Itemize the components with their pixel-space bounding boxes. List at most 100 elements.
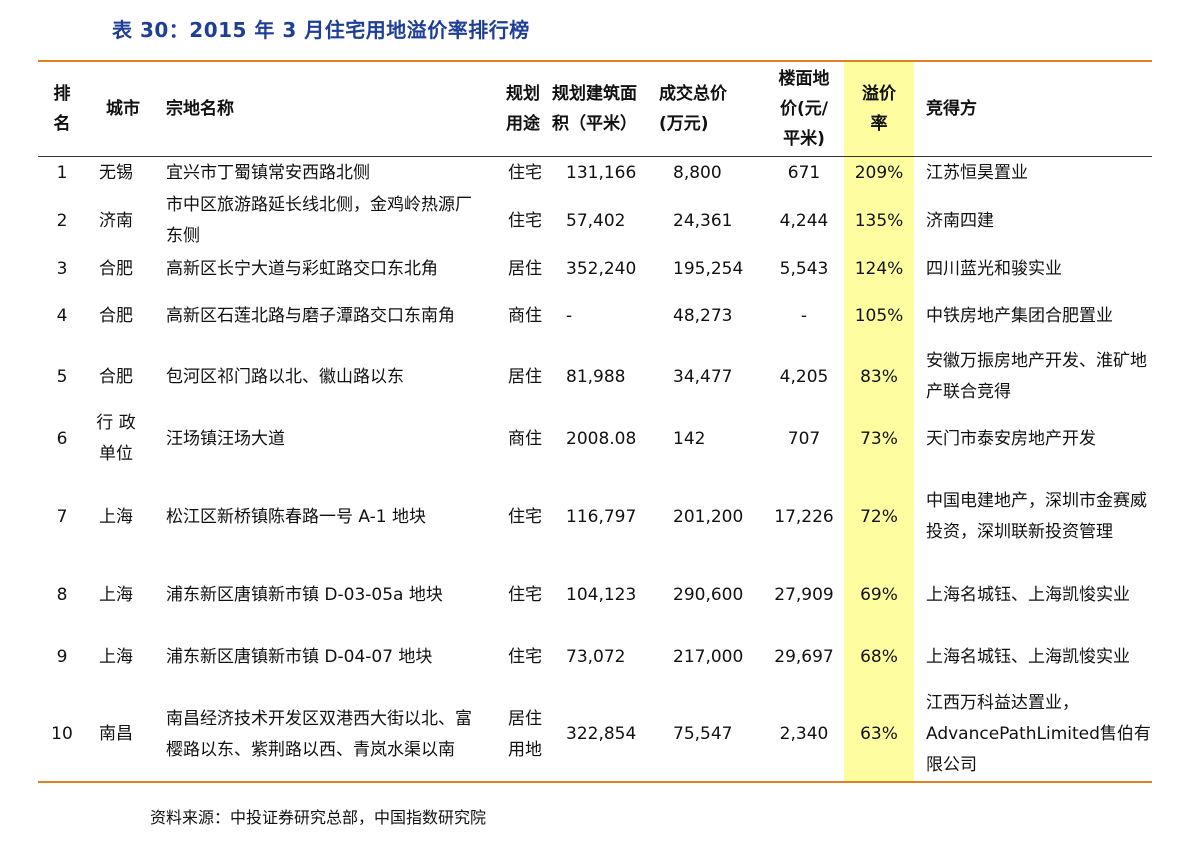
table-row: 8 上海 浦东新区唐镇新市镇 D-03-05a 地块 住宅 104,123 290,600… <box>38 564 1152 626</box>
row-use: 居住 <box>508 366 542 387</box>
row-floor-price: 4,205 <box>779 366 829 387</box>
row-bidder: 中国电建地产，深圳市金赛威投资，深圳联新投资管理 <box>926 491 1147 542</box>
row-premium: 124% <box>844 252 914 286</box>
row-city: 合肥 <box>99 305 133 326</box>
header-premium: 溢价 率 <box>844 61 914 157</box>
row-floor-price: 707 <box>787 428 821 449</box>
row-land-name: 汪场镇汪场大道 <box>166 428 285 449</box>
row-land-name: 浦东新区唐镇新市镇 D-04-07 地块 <box>166 646 433 667</box>
row-use: 住宅 <box>508 162 542 183</box>
row-premium: 83% <box>844 346 914 408</box>
row-bidder: 安徽万振房地产开发、淮矿地产联合竞得 <box>926 351 1147 402</box>
row-area: 81,988 <box>566 366 626 387</box>
row-use: 商住 <box>508 428 542 449</box>
row-price: 8,800 <box>673 162 722 183</box>
row-premium: 72% <box>844 470 914 564</box>
row-bidder: 济南四建 <box>926 210 994 231</box>
row-bidder: 江西万科益达置业，AdvancePathLimited售伯有限公司 <box>914 688 1152 783</box>
row-use: 住宅 <box>508 584 542 605</box>
row-area: 116,797 <box>566 506 637 527</box>
row-premium: 69% <box>844 564 914 626</box>
row-land-name: 南昌经济技术开发区双港西大街以北、富樱路以东、紫荆路以西、青岚水渠以南 <box>146 688 488 783</box>
row-land-name: 浦东新区唐镇新市镇 D-03-05a 地块 <box>166 584 443 605</box>
row-floor-price: 27,909 <box>774 584 834 605</box>
row-floor-price: - <box>800 305 808 326</box>
row-land-name: 市中区旅游路延长线北侧，金鸡岭热源厂东侧 <box>166 195 472 246</box>
header-row: 排 名 城市 宗地名称 规划 用途 规划建筑面 积（平米） 成交总价 (万元) … <box>38 61 1152 157</box>
table-row: 6 行 政 单位 汪场镇汪场大道 商住 2008.08 142 707 73% 天门市泰安房地产… <box>38 408 1152 470</box>
row-price: 34,477 <box>673 366 733 387</box>
row-city: 行 政 单位 <box>96 413 136 464</box>
table-row: 9 上海 浦东新区唐镇新市镇 D-04-07 地块 住宅 73,072 217,000 29… <box>38 626 1152 688</box>
row-use: 居住 用地 <box>488 688 546 783</box>
table-row: 5 合肥 包河区祁门路以北、徽山路以东 居住 81,988 34,477 4,205 83% 安… <box>38 346 1152 408</box>
row-land-name: 高新区石莲北路与磨子潭路交口东南角 <box>166 305 455 326</box>
row-use: 住宅 <box>508 646 542 667</box>
row-city: 无锡 <box>99 162 133 183</box>
table-title: 表 30：2015 年 3 月住宅用地溢价率排行榜 <box>112 18 530 42</box>
row-rank: 7 <box>56 506 68 527</box>
table-row: 4 合肥 高新区石莲北路与磨子潭路交口东南角 商住 - 48,273 - 105% 中铁房地产集… <box>38 286 1152 346</box>
row-city: 合肥 <box>99 366 133 387</box>
header-rank: 排 名 <box>38 61 86 157</box>
header-use: 规划 用途 <box>488 61 546 157</box>
row-city: 上海 <box>99 584 133 605</box>
header-bidder: 竞得方 <box>914 61 1152 157</box>
row-area: - <box>566 305 573 326</box>
row-floor-price: 5,543 <box>779 258 829 279</box>
row-rank: 9 <box>56 646 68 667</box>
row-use: 商住 <box>508 305 542 326</box>
row-land-name: 高新区长宁大道与彩虹路交口东北角 <box>166 258 438 279</box>
row-rank: 6 <box>56 428 68 449</box>
row-premium: 63% <box>844 688 914 783</box>
row-rank: 10 <box>38 688 86 783</box>
table-row: 3 合肥 高新区长宁大道与彩虹路交口东北角 居住 352,240 195,254 5,543… <box>38 252 1152 286</box>
row-area: 104,123 <box>566 584 637 605</box>
land-premium-table: 排 名 城市 宗地名称 规划 用途 规划建筑面 积（平米） 成交总价 (万元) … <box>38 60 1152 783</box>
table-row: 10 南昌 南昌经济技术开发区双港西大街以北、富樱路以东、紫荆路以西、青岚水渠以南居… <box>38 688 1152 783</box>
row-city: 南昌 <box>86 688 146 783</box>
row-city: 上海 <box>99 646 133 667</box>
row-bidder: 江苏恒昊置业 <box>926 162 1028 183</box>
source-note: 资料来源：中投证券研究总部，中国指数研究院 <box>150 808 487 827</box>
header-name: 宗地名称 <box>146 61 488 157</box>
row-price: 24,361 <box>673 210 733 231</box>
table-row: 7 上海 松江区新桥镇陈春路一号 A-1 地块 住宅 116,797 201,200 17,… <box>38 470 1152 564</box>
row-premium: 73% <box>844 408 914 470</box>
row-city: 济南 <box>99 210 133 231</box>
row-city: 合肥 <box>99 258 133 279</box>
row-rank: 1 <box>56 162 68 183</box>
row-floor-price: 29,697 <box>774 646 834 667</box>
row-rank: 2 <box>56 210 68 231</box>
row-bidder: 天门市泰安房地产开发 <box>926 428 1096 449</box>
row-use: 住宅 <box>508 210 542 231</box>
row-bidder: 中铁房地产集团合肥置业 <box>926 305 1113 326</box>
table-row: 1 无锡 宜兴市丁蜀镇常安西路北侧 住宅 131,166 8,800 671 209% 江苏恒昊… <box>38 156 1152 190</box>
row-area: 131,166 <box>566 162 637 183</box>
row-premium: 135% <box>844 190 914 252</box>
header-city: 城市 <box>86 61 146 157</box>
row-premium: 209% <box>844 156 914 190</box>
row-rank: 4 <box>56 305 68 326</box>
row-premium: 68% <box>844 626 914 688</box>
row-area: 352,240 <box>566 258 637 279</box>
row-bidder: 上海名城钰、上海凯悛实业 <box>926 584 1130 605</box>
header-price: 成交总价 (万元) <box>659 61 764 157</box>
row-floor-price: 671 <box>787 162 821 183</box>
row-land-name: 包河区祁门路以北、徽山路以东 <box>166 366 404 387</box>
header-floor-price: 楼面地 价(元/ 平米) <box>764 61 844 157</box>
row-area: 57,402 <box>566 210 626 231</box>
row-rank: 8 <box>56 584 68 605</box>
row-price: 201,200 <box>673 506 744 527</box>
row-rank: 3 <box>56 258 68 279</box>
row-land-name: 松江区新桥镇陈春路一号 A-1 地块 <box>166 506 427 527</box>
row-price: 48,273 <box>673 305 733 326</box>
row-use: 住宅 <box>508 506 542 527</box>
row-land-name: 宜兴市丁蜀镇常安西路北侧 <box>166 162 370 183</box>
row-bidder: 上海名城钰、上海凯悛实业 <box>926 646 1130 667</box>
table-row: 2 济南 市中区旅游路延长线北侧，金鸡岭热源厂东侧 住宅 57,402 24,361 4,2… <box>38 190 1152 252</box>
row-price: 217,000 <box>673 646 744 667</box>
row-area: 322,854 <box>546 688 659 783</box>
row-rank: 5 <box>56 366 68 387</box>
row-price: 195,254 <box>673 258 744 279</box>
